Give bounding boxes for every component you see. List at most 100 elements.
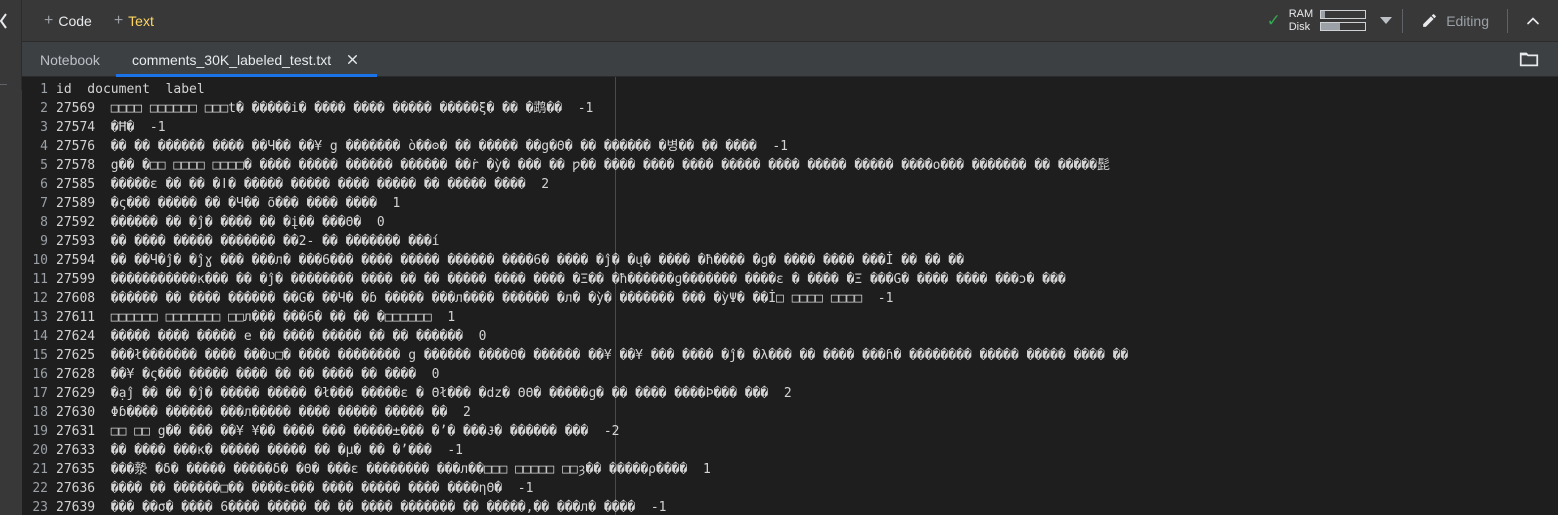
toolbar-divider xyxy=(1402,8,1404,33)
line-number: 19 xyxy=(32,424,48,439)
add-code-cell-button[interactable]: + Code xyxy=(36,9,100,33)
tabstrip-spacer xyxy=(377,42,1516,76)
disk-label: Disk xyxy=(1288,20,1311,33)
line-content: 27624 ����� ���� ����� e �� ���� ����� �… xyxy=(56,329,487,344)
line-number: 18 xyxy=(32,405,48,420)
line-number: 2 xyxy=(40,101,48,116)
editor-line[interactable]: 7 27589 �ς��� ����� �� �Ч�� õ��� ���� ���… xyxy=(22,194,1558,213)
line-content: 27593 �� ���� ����� ������� ��2- �� ����… xyxy=(56,234,440,249)
line-number: 9 xyxy=(40,234,48,249)
line-content: 27633 �� ���� ���κ� ����� ����� �� �μ� �… xyxy=(56,443,463,458)
chevron-left-icon[interactable] xyxy=(0,10,10,32)
line-content: 27635 ���漐 �δ� ����� �����δ� �Θ� ���ε ��… xyxy=(56,462,711,477)
line-content: 27631 □□ □□ g�� ��� ��¥ ¥�� ���� ��� ���… xyxy=(56,424,620,439)
editor-line[interactable]: 5 27578 g�� �□□ □□□□ □□□□� ���� ����� ���… xyxy=(22,156,1558,175)
line-number: 12 xyxy=(32,291,48,306)
caret-down-icon[interactable] xyxy=(1380,17,1393,24)
disk-usage-bar xyxy=(1320,22,1367,31)
plus-icon: + xyxy=(113,11,124,29)
line-content: 27594 �� ��Ч�ĵ� �ĵɣ ��� ���л� ���6��� ��… xyxy=(56,253,964,268)
editor-line[interactable]: 13 27611 □□□□□□ □□□□□□□ □□л��� ���6� �� �… xyxy=(22,308,1558,327)
line-number: 7 xyxy=(40,196,48,211)
tab-notebook-label: Notebook xyxy=(40,51,100,68)
editor-line[interactable]: 23 27639 ��� ��σ� ���� 6���� ����� �� �� … xyxy=(22,498,1558,515)
line-content: 27589 �ς��� ����� �� �Ч�� õ��� ���� ����… xyxy=(56,196,401,211)
editor-line[interactable]: 18 27630 Φɓ���� ������ ���л����� ���� ���… xyxy=(22,403,1558,422)
resource-usage-indicator[interactable]: ✓ RAM Disk xyxy=(1262,6,1372,36)
toolbar-divider xyxy=(1507,8,1508,33)
plus-icon: + xyxy=(44,11,54,29)
line-number: 14 xyxy=(32,329,48,344)
line-number: 17 xyxy=(32,386,48,401)
tabstrip-right-group xyxy=(1516,42,1558,76)
editor-line[interactable]: 19 27631 □□ □□ g�� ��� ��¥ ¥�� ���� ��� �… xyxy=(22,422,1558,441)
line-number: 21 xyxy=(32,462,48,477)
line-content: 27578 g�� �□□ □□□□ □□□□� ���� ����� ����… xyxy=(56,158,1110,173)
toolbar-right-group: ✓ RAM Disk Editing xyxy=(1262,0,1558,42)
chevron-up-icon[interactable] xyxy=(1518,6,1548,36)
line-content: 27592 ������ �� �ĵ� ���� �� �į�� ���Θ� 0 xyxy=(56,215,385,230)
resource-labels: RAM Disk xyxy=(1289,8,1313,34)
file-editor-body[interactable]: 1 id document label 2 27569 □□□□ □□□□□□ □□□… xyxy=(22,77,1558,515)
notebook-toolbar: + Code + Text ✓ RAM Disk Editing xyxy=(22,0,1558,42)
line-number: 20 xyxy=(32,443,48,458)
line-content: 27629 �ạĵ �� �� �ĵ� ����� ����� �ł��� ��… xyxy=(56,386,792,401)
editor-line[interactable]: 11 27599 �����������к��� �� �ĵ� �������� … xyxy=(22,270,1558,289)
disk-usage-fill xyxy=(1321,23,1340,30)
line-content: 27576 �� �� ������ ���� ��Ч�� ��¥ g ����… xyxy=(56,139,789,154)
ram-label: RAM xyxy=(1288,7,1314,20)
editor-line[interactable]: 6 27585 �����ε �� �� �ǀ� ����� ����� ����… xyxy=(22,175,1558,194)
editor-line[interactable]: 8 27592 ������ �� �ĵ� ���� �� �į�� ���Θ� … xyxy=(22,213,1558,232)
line-number: 22 xyxy=(32,481,48,496)
editor-line[interactable]: 10 27594 �� ��Ч�ĵ� �ĵɣ ��� ���л� ���6��� … xyxy=(22,251,1558,270)
close-icon[interactable] xyxy=(343,51,361,69)
editor-line[interactable]: 14 27624 ����� ���� ����� e �� ���� �����… xyxy=(22,327,1558,346)
line-content: 27630 Φɓ���� ������ ���л����� ���� �����… xyxy=(56,405,471,420)
rail-divider xyxy=(0,84,7,85)
colab-file-editor-window: + Code + Text ✓ RAM Disk Editing Noteboo… xyxy=(0,0,1558,515)
editor-line[interactable]: 2 27569 □□□□ □□□□□□ □□□t� �����i� ���� ��… xyxy=(22,99,1558,118)
tab-notebook[interactable]: Notebook xyxy=(22,42,116,77)
editor-line[interactable]: 3 27574 �Ħ� -1 xyxy=(22,118,1558,137)
editor-line[interactable]: 4 27576 �� �� ������ ���� ��Ч�� ��¥ g ���… xyxy=(22,137,1558,156)
folder-icon[interactable] xyxy=(1516,46,1542,72)
line-content: id document label xyxy=(56,82,205,97)
line-number: 3 xyxy=(40,120,48,135)
line-number: 4 xyxy=(40,139,48,154)
add-text-cell-button[interactable]: + Text xyxy=(106,9,162,33)
line-number: 5 xyxy=(40,158,48,173)
editor-line[interactable]: 17 27629 �ạĵ �� �� �ĵ� ����� ����� �ł��� … xyxy=(22,384,1558,403)
line-number: 8 xyxy=(40,215,48,230)
editor-line[interactable]: 15 27625 ���ł������� ���� ���ʋ□� ���� ���… xyxy=(22,346,1558,365)
tab-file-label: comments_30K_labeled_test.txt xyxy=(131,51,332,68)
editor-line[interactable]: 1 id document label xyxy=(22,80,1558,99)
editing-mode-label: Editing xyxy=(1446,12,1489,29)
tab-comments-30k-labeled-test-txt[interactable]: comments_30K_labeled_test.txt xyxy=(115,42,378,77)
line-number: 15 xyxy=(32,348,48,363)
editor-line[interactable]: 20 27633 �� ���� ���κ� ����� ����� �� �μ�… xyxy=(22,441,1558,460)
editor-line[interactable]: 9 27593 �� ���� ����� ������� ��2- �� ���… xyxy=(22,232,1558,251)
line-content: 27636 ���� �� ������□�� ����ε��� ���� ��… xyxy=(56,481,534,496)
editor-line[interactable]: 12 27608 ������ �� ���� ������ ��G� ��Ч� … xyxy=(22,289,1558,308)
ram-usage-bar xyxy=(1320,10,1367,19)
line-content: 27639 ��� ��σ� ���� 6���� ����� �� �� ��… xyxy=(56,500,667,515)
resource-bars xyxy=(1320,10,1367,31)
pencil-icon xyxy=(1421,12,1438,29)
line-number: 23 xyxy=(32,500,48,515)
toolbar-left-group: + Code + Text xyxy=(22,9,162,33)
editor-line[interactable]: 22 27636 ���� �� ������□�� ����ε��� ���� … xyxy=(22,479,1558,498)
left-rail xyxy=(0,0,22,515)
line-content: 27585 �����ε �� �� �ǀ� ����� ����� ���� … xyxy=(56,177,550,192)
line-number: 6 xyxy=(40,177,48,192)
ram-usage-fill xyxy=(1321,11,1325,18)
check-icon: ✓ xyxy=(1266,11,1281,30)
line-number: 16 xyxy=(32,367,48,382)
editing-mode-button[interactable]: Editing xyxy=(1413,7,1497,34)
line-number: 13 xyxy=(32,310,48,325)
editor-code-area[interactable]: 1 id document label 2 27569 □□□□ □□□□□□ □□□… xyxy=(22,80,1558,515)
editor-line[interactable]: 21 27635 ���漐 �δ� ����� �����δ� �Θ� ���ε … xyxy=(22,460,1558,479)
line-content: 27628 ��¥ �ς��� ����� ���� �� �� ���� ��… xyxy=(56,367,440,382)
editor-line[interactable]: 16 27628 ��¥ �ς��� ����� ���� �� �� ���� … xyxy=(22,365,1558,384)
add-text-cell-label: Text xyxy=(128,12,154,29)
line-number: 1 xyxy=(40,82,48,97)
